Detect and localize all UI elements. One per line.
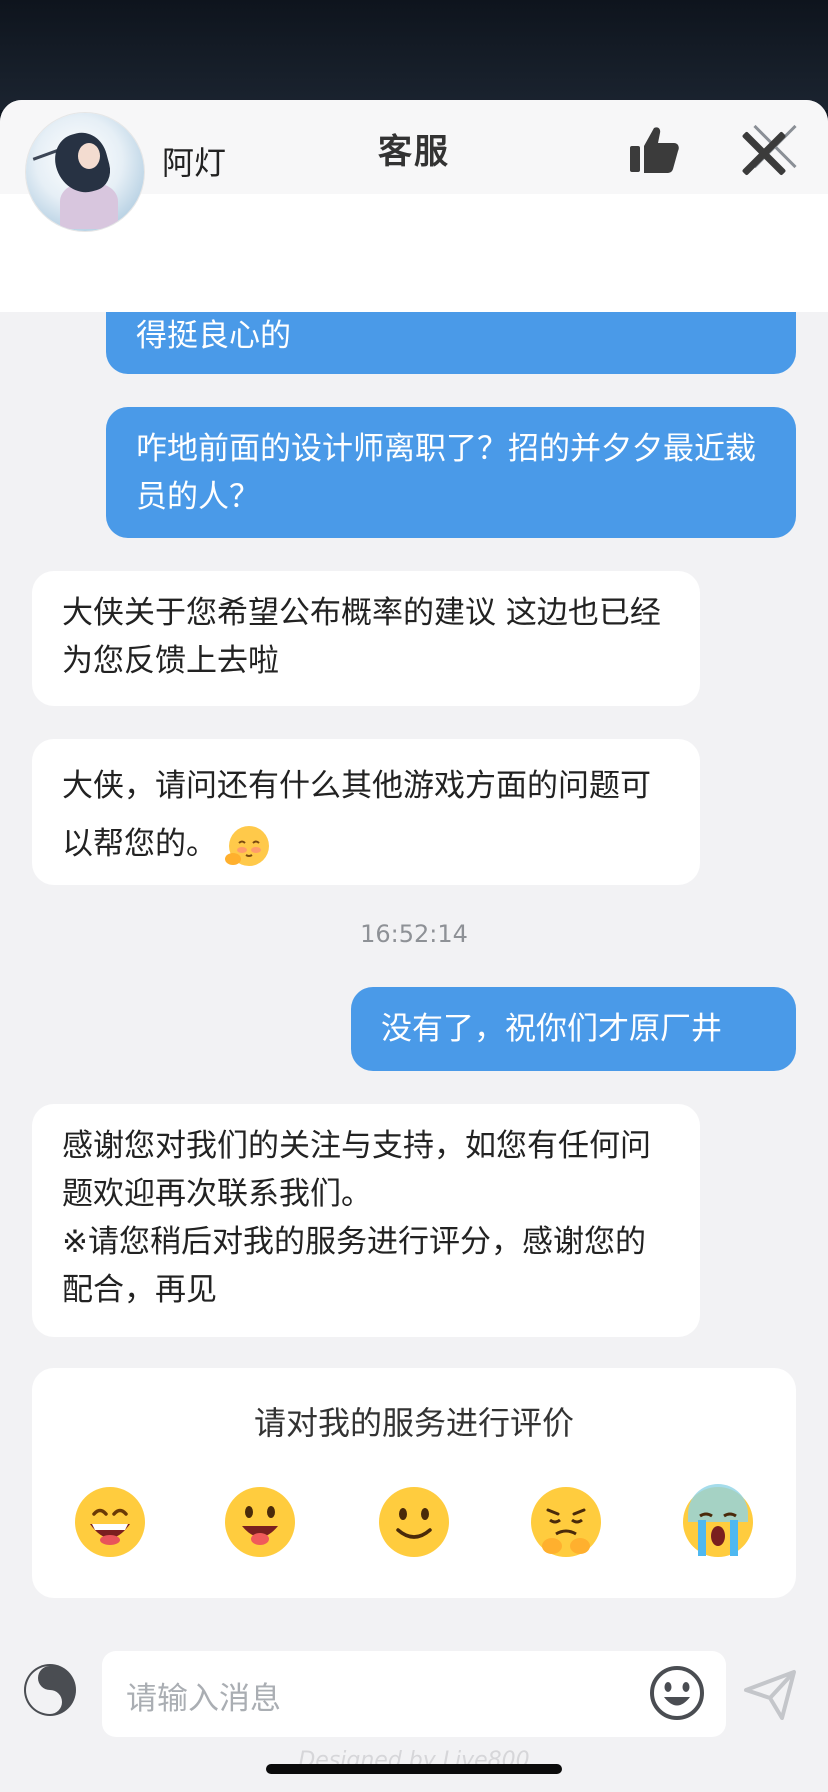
status-area: [0, 0, 828, 110]
blush-emoji-icon: [225, 825, 269, 866]
message-input-placeholder: 请输入消息: [126, 1681, 281, 1717]
agent-avatar: [26, 113, 144, 231]
emoji-picker-icon[interactable]: [648, 1664, 706, 1722]
send-icon[interactable]: [742, 1666, 798, 1722]
message-text: 得挺良心的: [136, 318, 291, 354]
message-text: 咋地前面的设计师离职了？招的并夕夕最近裁员的人？: [136, 431, 756, 515]
rating-card: 请对我的服务进行评价: [32, 1368, 796, 1598]
message-input[interactable]: 请输入消息: [102, 1651, 726, 1737]
message-text: 感谢您对我们的关注与支持，如您有任何问题欢迎再次联系我们。 ※请您稍后对我的服务…: [62, 1128, 651, 1308]
message-text: 大侠关于您希望公布概率的建议 这边也已经为您反馈上去啦: [62, 595, 661, 679]
smile-tongue-icon[interactable]: [222, 1484, 298, 1560]
dismiss-agent-button[interactable]: [740, 130, 788, 178]
pleading-icon[interactable]: [528, 1484, 604, 1560]
grin-icon[interactable]: [72, 1484, 148, 1560]
message-incoming: 感谢您对我们的关注与支持，如您有任何问题欢迎再次联系我们。 ※请您稍后对我的服务…: [32, 1104, 700, 1337]
message-incoming: 大侠，请问还有什么其他游戏方面的问题可以帮您的。: [32, 739, 700, 885]
rating-title: 请对我的服务进行评价: [253, 1404, 574, 1442]
thumbs-up-icon[interactable]: [628, 124, 680, 176]
agent-name: 阿灯: [162, 144, 227, 182]
message-incoming: 大侠关于您希望公布概率的建议 这边也已经为您反馈上去啦: [32, 571, 700, 706]
message-text: 大侠，请问还有什么其他游戏方面的问题可以帮您的。: [62, 768, 651, 862]
slight-smile-icon[interactable]: [376, 1484, 452, 1560]
message-outgoing: 咋地前面的设计师离职了？招的并夕夕最近裁员的人？: [106, 407, 796, 538]
message-text: 没有了，祝你们才原厂井: [381, 1011, 722, 1047]
voice-mode-icon[interactable]: [22, 1662, 78, 1718]
crying-icon[interactable]: [680, 1484, 756, 1560]
message-timestamp: 16:52:14: [360, 920, 468, 948]
message-outgoing: 没有了，祝你们才原厂井: [351, 987, 796, 1071]
home-indicator[interactable]: [266, 1764, 562, 1774]
